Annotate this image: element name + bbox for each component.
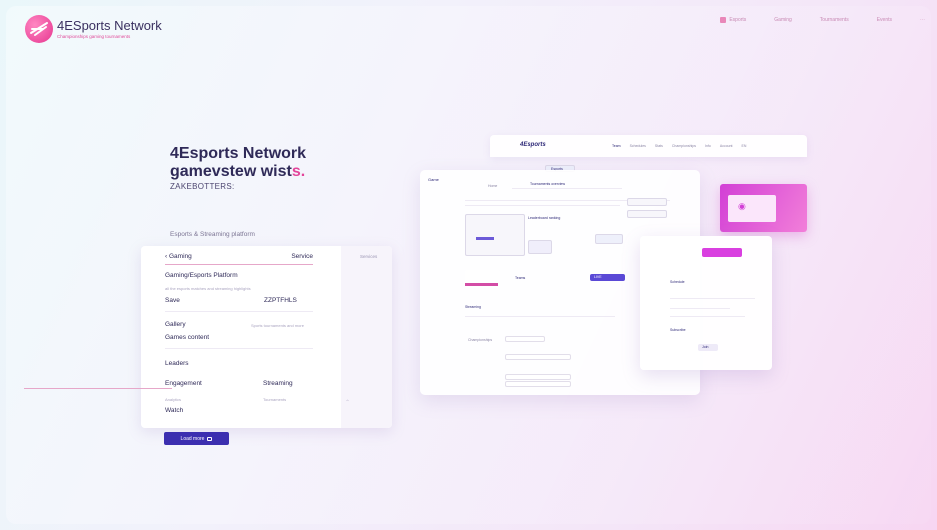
row-games-content[interactable]: Games content (165, 334, 209, 341)
schedule-field[interactable]: Subscribe (670, 328, 686, 332)
row-gallery[interactable]: Gallery (165, 321, 186, 328)
stream-preview-frame (728, 195, 776, 222)
mockup-nav-item[interactable]: Stats (655, 144, 663, 148)
tab-gaming[interactable]: ‹ Gaming (165, 253, 192, 260)
brand-name[interactable]: 4ESports Network (57, 18, 162, 33)
mockup-field-c: Championships (468, 338, 493, 342)
load-more-label: Load more (180, 435, 205, 442)
mockup-field-a: Teams (515, 276, 526, 280)
mockup-left-label: Home (488, 184, 498, 188)
mockup-live-badge[interactable]: LIVE (590, 274, 625, 281)
row-leaders[interactable]: Leaders (165, 360, 189, 367)
mockup-nav-item[interactable]: Account (720, 144, 733, 148)
stream-preview-panel[interactable]: ◉ (720, 184, 807, 232)
nav-item-events[interactable]: Events (877, 17, 892, 23)
chevron-up-icon[interactable]: ⌃ (345, 399, 350, 406)
mockup-input[interactable] (505, 336, 545, 342)
hero-subtitle: ZAKEBOTTERS: (170, 182, 235, 191)
row-watch[interactable]: Watch (165, 407, 183, 414)
card-description: all the esports matches and streaming hi… (165, 286, 251, 291)
mockup-bar (465, 283, 498, 286)
schedule-panel: Schedule Subscribe Join (640, 236, 772, 370)
mockup-line (465, 205, 620, 206)
nav-item-tournaments[interactable]: Tournaments (820, 17, 849, 23)
row-save[interactable]: Save (165, 297, 180, 304)
row-gallery-detail: Sports tournaments and more (251, 323, 304, 328)
row-streaming[interactable]: Streaming (263, 380, 293, 387)
join-button[interactable]: Join (698, 344, 718, 351)
top-nav: Esports Gaming Tournaments Events ⋯ (720, 17, 925, 23)
hero-title-part: gamevstew wist (170, 163, 292, 180)
divider (165, 348, 313, 349)
brand-logo-icon[interactable] (25, 15, 53, 43)
join-label: Join (702, 345, 709, 349)
load-more-button[interactable]: Load more (164, 432, 229, 445)
mockup-line (465, 316, 615, 317)
mockup-nav-item[interactable]: EN (742, 144, 747, 148)
mockup-nav: Team Schedules Stats Championships Info … (612, 144, 746, 148)
platform-caption: Esports & Streaming platform (170, 231, 255, 238)
esports-icon (720, 17, 727, 23)
mockup-logo-strip (465, 270, 500, 288)
mockup-field-b: Streaming (465, 305, 481, 309)
schedule-tab[interactable] (702, 248, 742, 257)
card-tabs: ‹ Gaming Service (165, 253, 313, 265)
mockup-logo[interactable]: 4Esports (520, 142, 546, 148)
mockup-nav-item[interactable]: Championships (672, 144, 696, 148)
menu-icon[interactable]: ⋯ (920, 17, 925, 23)
mockup-input[interactable] (627, 210, 667, 218)
services-card: ‹ Gaming Service Services Gaming/Esports… (141, 246, 392, 428)
mockup-card[interactable] (465, 214, 525, 256)
mockup-thumb[interactable] (528, 240, 552, 254)
highlight-line (24, 388, 172, 389)
mockup-input[interactable] (505, 354, 571, 360)
row-code: ZZPTFHLS (264, 297, 297, 304)
card-heading: Gaming/Esports Platform (165, 272, 238, 279)
tab-services[interactable]: Services (360, 254, 377, 259)
tab-service[interactable]: Service (291, 253, 313, 260)
brand-tagline: Championships gaming tournaments (57, 34, 131, 39)
mockup-input[interactable] (505, 381, 571, 387)
panel-line (670, 298, 755, 299)
row-analytics: Analytics (165, 397, 182, 402)
hero-title-line1: 4Esports Network (170, 145, 307, 162)
player-avatar-icon: ◉ (738, 201, 746, 211)
tab-label: Gaming (168, 253, 192, 260)
row-tournaments: Tournaments (263, 397, 287, 402)
mockup-thumb[interactable] (595, 234, 623, 244)
panel-line (670, 316, 745, 317)
mockup-nav-item[interactable]: Team (612, 144, 621, 148)
badge-label: LIVE (594, 275, 602, 279)
mockup-nav-item[interactable]: Info (705, 144, 711, 148)
mockup-side-label: Game (428, 177, 439, 182)
mockup-section-title: Tournaments overview (530, 182, 566, 186)
mockup-line (512, 188, 622, 189)
mockup-nav-item[interactable]: Schedules (630, 144, 646, 148)
mockup-input[interactable] (505, 374, 571, 380)
mockup-bar (476, 237, 494, 240)
hero-title-line2: gamevstew wists. (170, 163, 306, 181)
panel-line (670, 308, 730, 309)
nav-item-label: Esports (729, 17, 747, 23)
hero-title: 4Esports Network gamevstew wists. (170, 145, 306, 181)
nav-item-gaming[interactable]: Gaming (774, 17, 792, 23)
hero-title-accent: s. (291, 163, 306, 180)
arrow-icon (207, 436, 213, 441)
mockup-input[interactable] (627, 198, 667, 206)
nav-item-esports[interactable]: Esports (720, 17, 746, 23)
mockup-topbar: 4Esports Team Schedules Stats Championsh… (490, 135, 807, 157)
mockup-list-title: Leaderboard ranking (528, 216, 561, 220)
schedule-title: Schedule (670, 280, 685, 284)
row-engagement[interactable]: Engagement (165, 380, 202, 387)
divider (165, 311, 313, 312)
